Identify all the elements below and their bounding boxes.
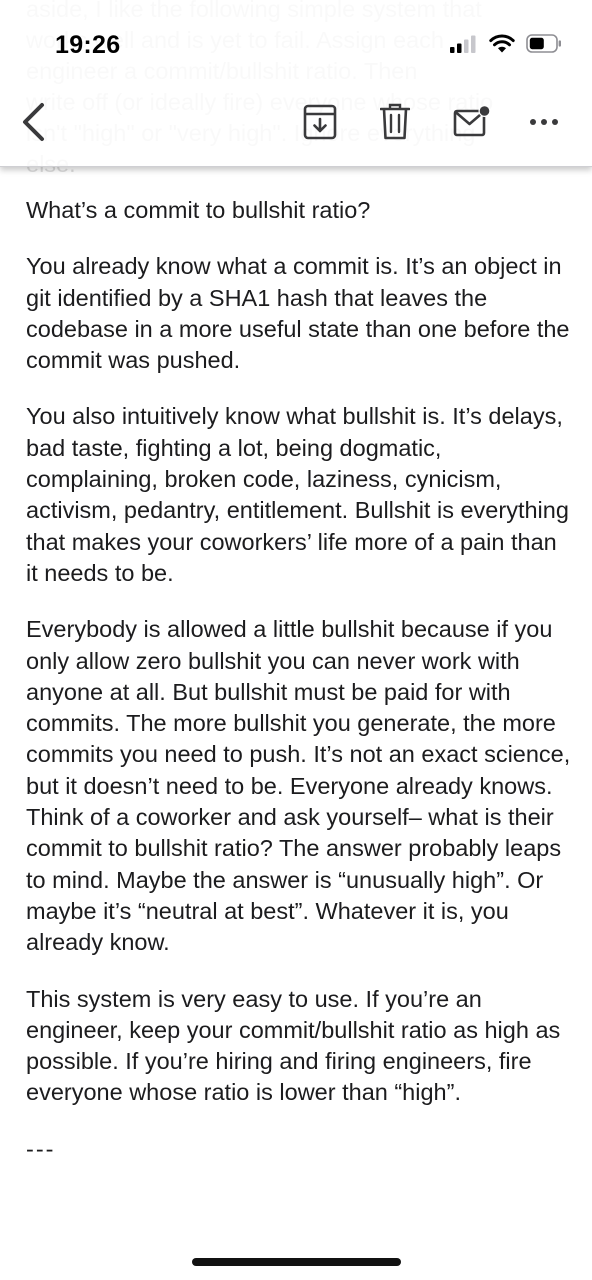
home-indicator[interactable]	[192, 1258, 401, 1266]
wifi-icon	[489, 34, 515, 53]
article-separator: ---	[26, 1135, 56, 1162]
article-paragraph: You already know what a commit is. It’s …	[26, 253, 570, 374]
signal-icon	[450, 35, 476, 53]
trash-icon[interactable]	[380, 103, 410, 141]
article-paragraph: You also intuitively know what bullshit …	[26, 403, 569, 586]
mail-header: 19:26	[0, 0, 592, 167]
mark-unread-icon[interactable]	[453, 104, 491, 138]
back-chevron-icon[interactable]	[18, 101, 48, 143]
archive-icon[interactable]	[303, 104, 337, 140]
battery-icon	[526, 34, 561, 53]
article-heading: What’s a commit to bullshit ratio?	[26, 197, 371, 223]
article-paragraph: This system is very easy to use. If you’…	[26, 985, 561, 1106]
article-body: What’s a commit to bullshit ratio? You a…	[26, 195, 571, 1190]
status-time: 19:26	[55, 31, 121, 59]
more-icon[interactable]	[526, 114, 562, 130]
article-paragraph: Everybody is allowed a little bullshit b…	[26, 616, 571, 956]
status-icons	[450, 34, 562, 53]
